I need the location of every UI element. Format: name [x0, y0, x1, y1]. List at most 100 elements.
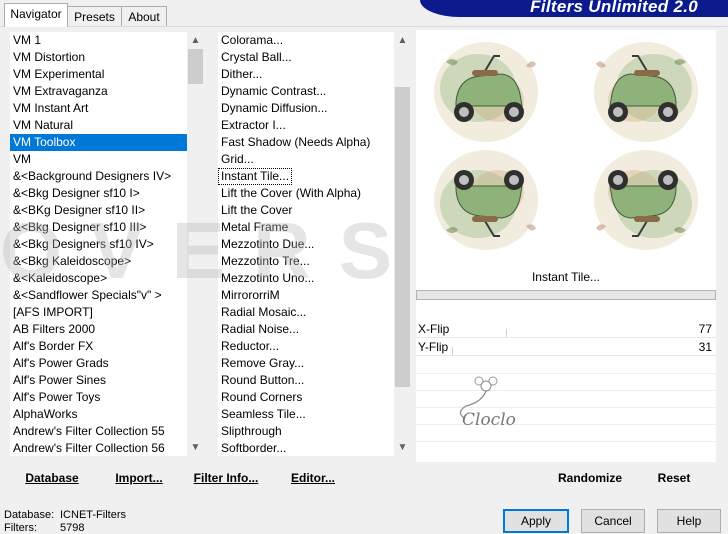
cancel-button[interactable]: Cancel [581, 509, 645, 533]
category-item[interactable]: VM 1 [10, 32, 187, 49]
category-item-label: &<Kaleidoscope> [13, 271, 108, 285]
filter-item-label: MirrororriM [221, 288, 280, 302]
filter-item[interactable]: Remove Gray... [218, 355, 394, 372]
filter-item[interactable]: Instant Tile... [218, 168, 394, 185]
randomize-button[interactable]: Randomize [552, 466, 628, 490]
filter-listbox[interactable]: Colorama... Crystal Ball... Dither... Dynam… [218, 32, 411, 456]
filter-item[interactable]: Round Button... [218, 372, 394, 389]
filter-item[interactable]: Extractor I... [218, 117, 394, 134]
reset-button[interactable]: Reset [650, 466, 698, 490]
category-item[interactable]: Andrew's Filter Collection 56 [10, 440, 187, 456]
filter-list[interactable]: Colorama... Crystal Ball... Dither... Dynam… [218, 32, 394, 456]
apply-button[interactable]: Apply [503, 509, 569, 533]
filter-item-label: Extractor I... [221, 118, 286, 132]
tab-presets[interactable]: Presets [67, 6, 122, 27]
scroll-down-icon[interactable]: ▼ [187, 439, 204, 456]
category-item[interactable]: Andrew's Filter Collection 55 [10, 423, 187, 440]
category-item[interactable]: AlphaWorks [10, 406, 187, 423]
category-item[interactable]: &<BKg Designer sf10 II> [10, 202, 187, 219]
category-item[interactable]: &<Kaleidoscope> [10, 270, 187, 287]
filter-item[interactable]: Crystal Ball... [218, 49, 394, 66]
scroll-up-icon[interactable]: ▲ [394, 32, 411, 49]
filter-item[interactable]: Reductor... [218, 338, 394, 355]
filter-item[interactable]: Seamless Tile... [218, 406, 394, 423]
filter-item[interactable]: Slipthrough [218, 423, 394, 440]
filter-item-label: Mezzotinto Uno... [221, 271, 315, 285]
filter-item[interactable]: Mezzotinto Due... [218, 236, 394, 253]
filter-item[interactable]: Softborder... [218, 440, 394, 456]
slider-handle[interactable] [506, 329, 507, 337]
category-item[interactable]: Alf's Power Grads [10, 355, 187, 372]
category-list[interactable]: VM 1 VM Distortion VM Experimental VM Extra… [10, 32, 187, 456]
category-item[interactable]: &<Bkg Kaleidoscope> [10, 253, 187, 270]
category-item[interactable]: &<Sandflower Specials"v" > [10, 287, 187, 304]
scroll-thumb[interactable] [395, 87, 410, 387]
category-item[interactable]: &<Bkg Designers sf10 IV> [10, 236, 187, 253]
category-item-label: VM [13, 152, 31, 166]
filter-item[interactable]: Metal Frame [218, 219, 394, 236]
filter-item[interactable]: Radial Noise... [218, 321, 394, 338]
filter-item[interactable]: Lift the Cover [218, 202, 394, 219]
filter-item-label: Instant Tile... [218, 168, 293, 185]
scroll-thumb[interactable] [188, 49, 203, 84]
filter-item[interactable]: Dither... [218, 66, 394, 83]
tab-navigator[interactable]: Navigator [4, 3, 68, 27]
filter-item[interactable]: Colorama... [218, 32, 394, 49]
param-row-yflip[interactable]: Y-Flip 31 [416, 339, 716, 356]
filter-item[interactable]: Radial Mosaic... [218, 304, 394, 321]
filter-item-label: Metal Frame [221, 220, 289, 234]
filter-item-label: Crystal Ball... [221, 50, 292, 64]
category-item[interactable]: Alf's Border FX [10, 338, 187, 355]
category-item[interactable]: Alf's Power Sines [10, 372, 187, 389]
filter-item[interactable]: Dynamic Diffusion... [218, 100, 394, 117]
filter-item-label: Round Corners [221, 390, 303, 404]
filter-item[interactable]: Lift the Cover (With Alpha) [218, 185, 394, 202]
category-scrollbar[interactable]: ▲ ▼ [187, 32, 204, 456]
param-slider[interactable] [416, 329, 716, 338]
editor-button[interactable]: Editor... [286, 466, 340, 490]
filter-item[interactable]: Fast Shadow (Needs Alpha) [218, 134, 394, 151]
category-item[interactable]: VM [10, 151, 187, 168]
tab-about[interactable]: About [121, 6, 167, 27]
category-listbox[interactable]: VM 1 VM Distortion VM Experimental VM Extra… [10, 32, 204, 456]
filter-item-label: Radial Mosaic... [221, 305, 307, 319]
scroll-down-icon[interactable]: ▼ [394, 439, 411, 456]
filter-item[interactable]: Mezzotinto Uno... [218, 270, 394, 287]
filter-item[interactable]: Dynamic Contrast... [218, 83, 394, 100]
filter-item[interactable]: MirrororriM [218, 287, 394, 304]
category-item-label: Alf's Border FX [13, 339, 94, 353]
category-item-label: &<Bkg Designer sf10 III> [13, 220, 147, 234]
filter-info-button[interactable]: Filter Info... [190, 466, 262, 490]
category-item[interactable]: &<Background Designers IV> [10, 168, 187, 185]
preview-pane [416, 30, 716, 262]
filter-item[interactable]: Round Corners [218, 389, 394, 406]
filter-item-label: Remove Gray... [221, 356, 305, 370]
category-item[interactable]: &<Bkg Designer sf10 I> [10, 185, 187, 202]
filter-scrollbar[interactable]: ▲ ▼ [394, 32, 411, 456]
filter-info-label: Filter Info... [193, 471, 259, 485]
param-value: 31 [698, 340, 712, 354]
database-button[interactable]: Database [20, 466, 84, 490]
category-item[interactable]: VM Instant Art [10, 100, 187, 117]
scroll-up-icon[interactable]: ▲ [187, 32, 204, 49]
category-item[interactable]: VM Extravaganza [10, 83, 187, 100]
preview-image [433, 41, 699, 251]
category-item[interactable]: AB Filters 2000 [10, 321, 187, 338]
database-status-label: Database: [4, 509, 55, 521]
param-row-xflip[interactable]: X-Flip 77 [416, 321, 716, 338]
help-button[interactable]: Help [657, 509, 721, 533]
category-item[interactable]: &<Bkg Designer sf10 III> [10, 219, 187, 236]
category-item[interactable]: VM Experimental [10, 66, 187, 83]
category-item[interactable]: VM Natural [10, 117, 187, 134]
param-slider[interactable] [416, 347, 716, 356]
param-label: X-Flip [418, 322, 450, 336]
filter-item-label: Lift the Cover [221, 203, 293, 217]
filter-item[interactable]: Grid... [218, 151, 394, 168]
category-item[interactable]: Alf's Power Toys [10, 389, 187, 406]
filter-item[interactable]: Mezzotinto Tre... [218, 253, 394, 270]
slider-handle[interactable] [452, 347, 453, 355]
category-item[interactable]: VM Distortion [10, 49, 187, 66]
category-item[interactable]: VM Toolbox [10, 134, 187, 151]
import-button[interactable]: Import... [110, 466, 168, 490]
category-item[interactable]: [AFS IMPORT] [10, 304, 187, 321]
